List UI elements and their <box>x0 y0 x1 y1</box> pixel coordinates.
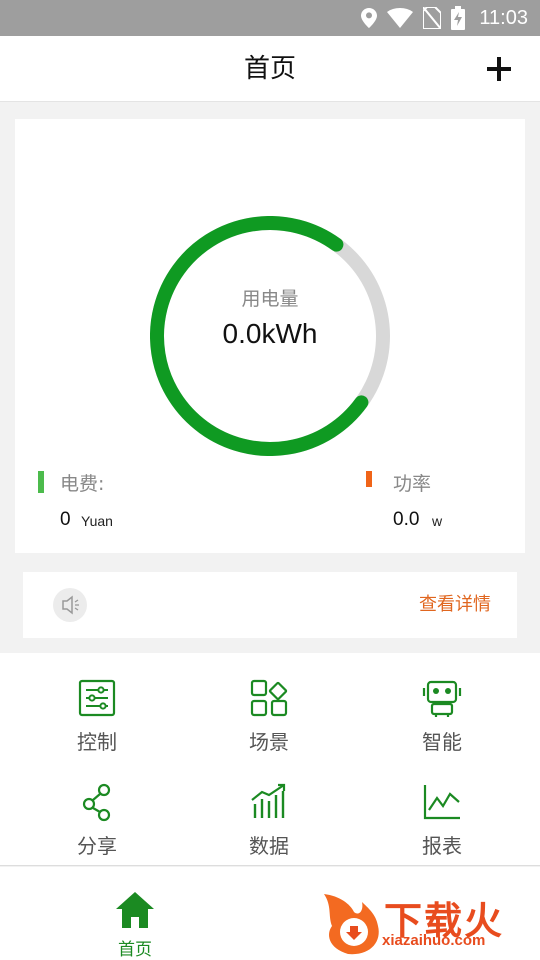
power-color-bar <box>366 471 372 487</box>
robot-icon <box>422 680 462 717</box>
grid-item-share[interactable]: 分享 <box>37 782 157 872</box>
share-icon <box>82 783 111 822</box>
grid-item-label: 报表 <box>422 834 462 858</box>
grid-item-label: 数据 <box>249 834 289 858</box>
page-title: 首页 <box>243 54 296 84</box>
tab-home[interactable]: 首页 <box>100 891 170 960</box>
speaker-icon <box>53 588 87 622</box>
power-unit: w <box>432 513 443 529</box>
function-grid: 控制 场景 智能 分享 数据 报表 <box>0 653 540 866</box>
app-bar: 首页 <box>0 36 540 102</box>
usage-card: 用电量 0.0kWh 电费: 0 Yuan 功率 0.0 w <box>15 119 525 553</box>
scene-grid-icon <box>250 679 288 717</box>
grid-item-label: 场景 <box>249 730 289 754</box>
usage-label: 用电量 <box>241 288 299 310</box>
cost-unit: Yuan <box>81 513 113 529</box>
power-label: 功率 <box>393 473 432 495</box>
grid-item-label: 控制 <box>77 730 117 754</box>
grid-item-label: 智能 <box>422 730 462 754</box>
status-bar: 11:03 <box>0 0 540 36</box>
tab-home-label: 首页 <box>118 940 152 960</box>
clock: 11:03 <box>479 6 528 29</box>
watermark-logo: 下载火 xiazaihuo.com <box>318 886 536 956</box>
line-chart-icon <box>423 785 460 820</box>
add-device-button[interactable] <box>482 52 516 86</box>
notice-bar: 查看详情 <box>23 572 517 638</box>
cost-stat: 电费: 0 Yuan <box>38 469 198 539</box>
watermark-url: xiazaihuo.com <box>382 932 486 949</box>
cost-color-bar <box>38 471 44 493</box>
home-icon <box>116 892 154 928</box>
bar-trend-icon <box>251 783 286 818</box>
usage-value: 0.0kWh <box>222 318 318 349</box>
power-stat: 功率 0.0 w <box>366 469 516 539</box>
cost-value: 0 <box>60 509 71 530</box>
no-sim-icon <box>423 7 442 29</box>
grid-item-control[interactable]: 控制 <box>37 678 157 768</box>
status-icons: 11:03 <box>361 0 528 36</box>
grid-item-smart[interactable]: 智能 <box>382 678 502 768</box>
flame-logo-icon <box>324 894 379 955</box>
cost-label: 电费: <box>60 473 105 495</box>
location-icon <box>361 8 378 28</box>
grid-item-report[interactable]: 报表 <box>382 782 502 872</box>
view-details-link[interactable]: 查看详情 <box>419 572 491 638</box>
sliders-icon <box>78 679 116 717</box>
grid-item-label: 分享 <box>77 834 117 858</box>
grid-item-data[interactable]: 数据 <box>209 782 329 872</box>
wifi-icon <box>387 8 414 28</box>
battery-charging-icon <box>451 6 466 30</box>
grid-item-scene[interactable]: 场景 <box>209 678 329 768</box>
power-value: 0.0 <box>393 509 420 530</box>
